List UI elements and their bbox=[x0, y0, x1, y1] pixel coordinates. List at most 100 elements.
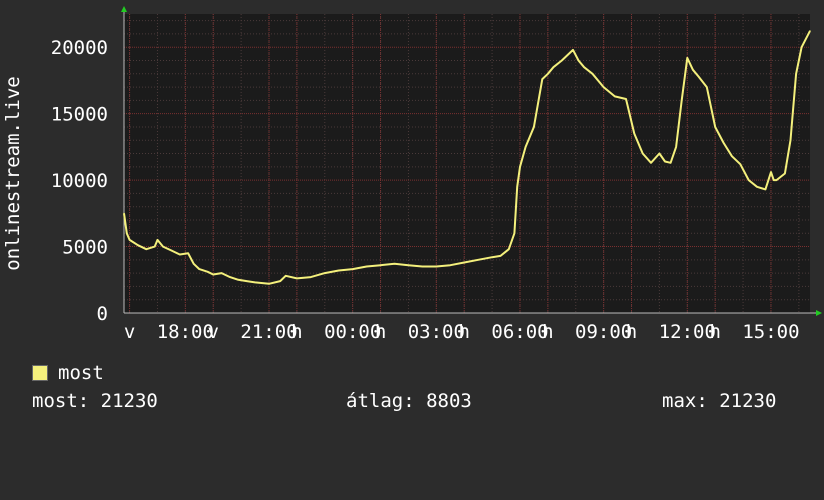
data-point bbox=[591, 73, 594, 75]
data-point bbox=[784, 172, 786, 175]
x-tick-label: 06:00 bbox=[491, 321, 548, 343]
data-point bbox=[463, 261, 465, 264]
data-point bbox=[731, 155, 733, 157]
data-point bbox=[207, 271, 209, 273]
data-point bbox=[421, 265, 423, 268]
plot-area bbox=[124, 14, 810, 313]
data-point bbox=[697, 75, 700, 78]
data-point bbox=[324, 272, 326, 274]
data-point bbox=[770, 171, 772, 173]
x-tick-label: 18:00 bbox=[157, 321, 214, 343]
data-point bbox=[296, 277, 298, 280]
data-point bbox=[435, 265, 437, 268]
x-tick-label: h bbox=[375, 321, 386, 343]
data-point bbox=[748, 179, 750, 181]
data-point bbox=[547, 73, 549, 75]
data-point bbox=[773, 179, 775, 181]
data-point bbox=[603, 86, 605, 88]
x-tick-label: 03:00 bbox=[408, 321, 465, 343]
data-point bbox=[681, 99, 683, 101]
data-point bbox=[310, 276, 312, 278]
x-tick-label: h bbox=[291, 321, 302, 343]
x-tick-label: 09:00 bbox=[575, 321, 632, 343]
x-tick-label: 12:00 bbox=[659, 321, 716, 343]
legend-swatch bbox=[32, 365, 48, 381]
data-point bbox=[583, 66, 585, 68]
y-axis-arrow bbox=[121, 6, 127, 12]
data-point bbox=[508, 248, 510, 250]
x-tick-label: v bbox=[208, 321, 219, 343]
summary-stats: most: 21230 átlag: 8803 max: 21230 bbox=[32, 390, 792, 500]
data-point bbox=[221, 272, 223, 274]
x-tick-label: h bbox=[709, 321, 720, 343]
data-point bbox=[513, 232, 516, 234]
data-point bbox=[669, 162, 672, 164]
data-point bbox=[775, 179, 778, 181]
data-point bbox=[789, 139, 792, 141]
data-point bbox=[614, 95, 616, 97]
data-point bbox=[338, 269, 340, 272]
data-point bbox=[642, 152, 644, 155]
data-point bbox=[801, 46, 803, 48]
data-point bbox=[477, 259, 479, 261]
data-point bbox=[650, 162, 652, 164]
data-point bbox=[795, 73, 797, 75]
data-point bbox=[285, 275, 287, 277]
data-point bbox=[246, 280, 248, 282]
data-point bbox=[572, 49, 574, 51]
data-point bbox=[491, 256, 493, 258]
data-point bbox=[352, 268, 354, 270]
data-point bbox=[268, 283, 270, 285]
legend: most bbox=[32, 362, 104, 384]
y-tick-label: 10000 bbox=[51, 170, 108, 192]
data-point bbox=[366, 265, 368, 268]
data-point bbox=[126, 232, 128, 234]
data-point bbox=[499, 255, 502, 257]
data-point bbox=[577, 59, 580, 62]
stat-average: átlag: 8803 bbox=[346, 390, 472, 412]
data-point bbox=[154, 245, 156, 248]
x-tick-label: 21:00 bbox=[240, 321, 297, 343]
data-point bbox=[692, 69, 694, 71]
data-point bbox=[279, 280, 281, 282]
data-point bbox=[179, 253, 181, 256]
data-point bbox=[519, 166, 521, 168]
data-point bbox=[706, 86, 708, 88]
data-point bbox=[198, 268, 200, 270]
data-point bbox=[393, 263, 396, 265]
x-tick-label: h bbox=[458, 321, 469, 343]
stat-max: max: 21230 bbox=[662, 390, 777, 412]
graph-panel: 0 5000 10000 15000 20000 onlinestream.live v 18… bbox=[0, 0, 824, 430]
data-point bbox=[229, 276, 231, 278]
data-point bbox=[658, 152, 661, 155]
y-tick-label: 5000 bbox=[62, 237, 108, 259]
data-point bbox=[237, 279, 239, 281]
data-point bbox=[809, 30, 811, 32]
legend-label: most bbox=[58, 362, 104, 384]
data-point bbox=[449, 264, 451, 266]
y-tick-label: 0 bbox=[97, 303, 108, 325]
data-point bbox=[187, 252, 189, 254]
x-tick-label: h bbox=[542, 321, 553, 343]
data-point bbox=[714, 126, 716, 128]
data-point bbox=[541, 78, 543, 80]
data-point bbox=[379, 264, 382, 266]
data-point bbox=[561, 59, 563, 62]
stat-current: most: 21230 bbox=[32, 390, 158, 412]
data-point bbox=[625, 98, 627, 100]
data-point bbox=[212, 273, 214, 276]
data-point bbox=[137, 244, 139, 246]
data-point bbox=[675, 146, 677, 148]
data-point bbox=[664, 160, 666, 163]
data-point bbox=[764, 188, 766, 191]
data-point bbox=[145, 248, 147, 250]
data-point bbox=[516, 186, 518, 188]
data-point bbox=[756, 186, 758, 188]
data-point bbox=[686, 57, 688, 59]
data-point bbox=[254, 281, 256, 284]
data-point bbox=[739, 163, 741, 165]
x-tick-label: 15:00 bbox=[742, 321, 799, 343]
data-point bbox=[128, 239, 131, 241]
stream-listeners-chart: 05000100001500020000onlinestream.livev 18… bbox=[2, 6, 822, 343]
data-point bbox=[162, 245, 164, 248]
